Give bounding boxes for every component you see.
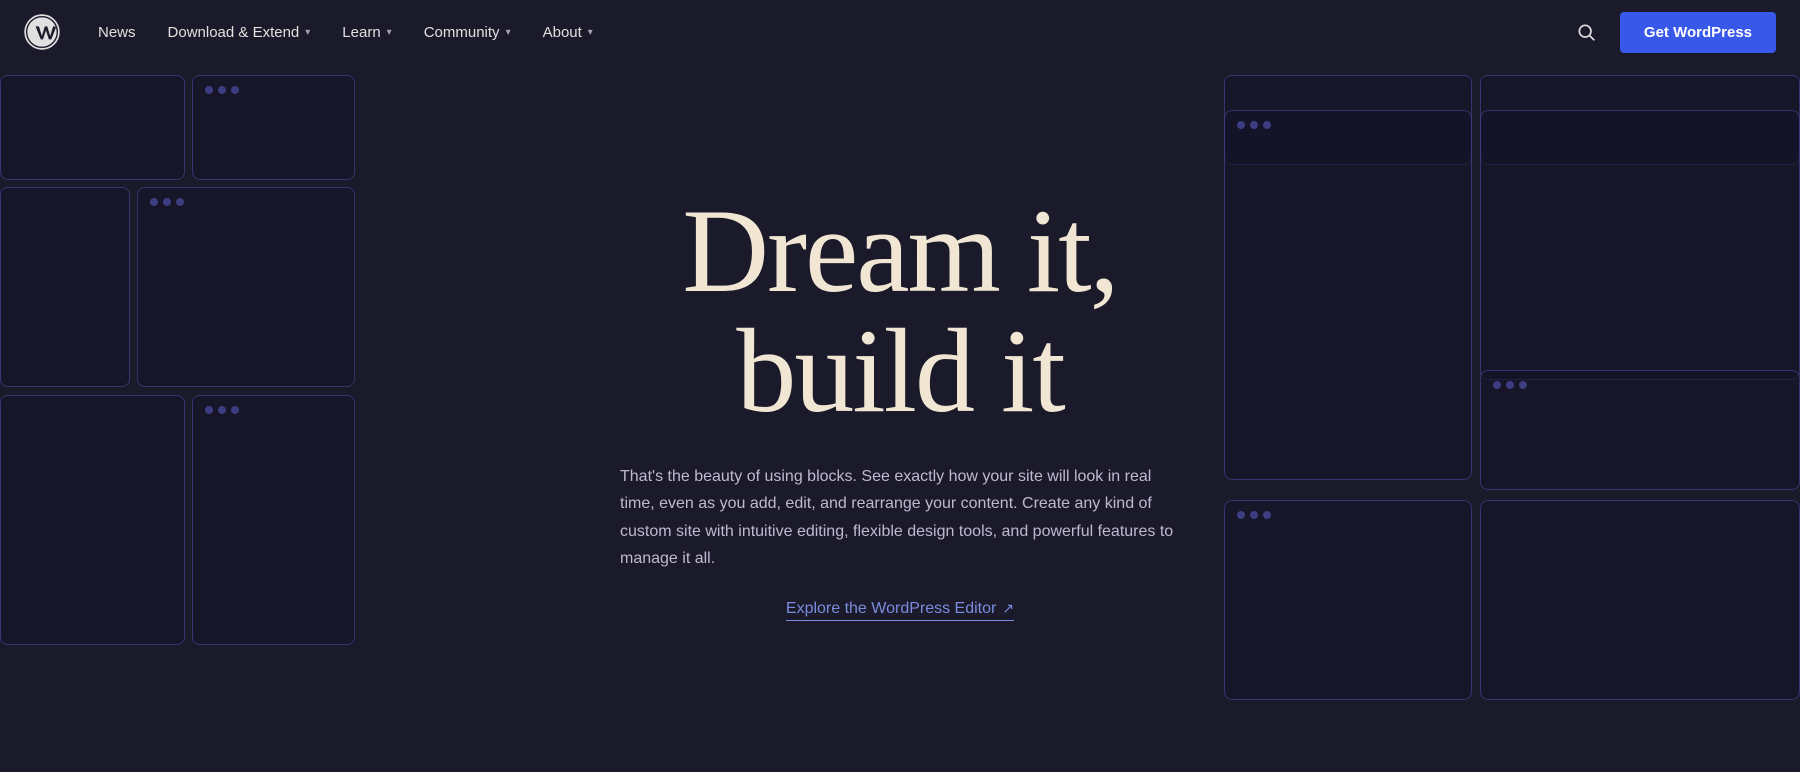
hero-content: Dream it, build it That's the beauty of … bbox=[620, 151, 1180, 621]
bg-window-card bbox=[1480, 500, 1800, 700]
nav-learn[interactable]: Learn ▾ bbox=[328, 16, 405, 49]
bg-window-card bbox=[1224, 75, 1472, 165]
hero-title: Dream it, build it bbox=[620, 191, 1180, 431]
external-link-icon: ↗ bbox=[1002, 600, 1014, 617]
window-dot bbox=[205, 406, 213, 414]
bg-window-card bbox=[1480, 110, 1800, 380]
explore-editor-link[interactable]: Explore the WordPress Editor ↗ bbox=[786, 600, 1014, 621]
main-nav: News Download & Extend ▾ Learn ▾ Communi… bbox=[0, 0, 1800, 64]
window-dot bbox=[1237, 121, 1245, 129]
nav-items: News Download & Extend ▾ Learn ▾ Communi… bbox=[84, 16, 1568, 49]
window-dot bbox=[231, 86, 239, 94]
search-button[interactable] bbox=[1568, 14, 1604, 50]
nav-about[interactable]: About ▾ bbox=[529, 16, 607, 49]
window-dot bbox=[231, 406, 239, 414]
bg-window-card bbox=[0, 395, 185, 645]
window-dot bbox=[218, 406, 226, 414]
window-dot bbox=[1506, 381, 1514, 389]
chevron-down-icon: ▾ bbox=[305, 27, 310, 38]
chevron-down-icon: ▾ bbox=[588, 27, 593, 38]
window-dot bbox=[1519, 381, 1527, 389]
window-dot bbox=[1263, 511, 1271, 519]
hero-subtitle: That's the beauty of using blocks. See e… bbox=[620, 463, 1180, 572]
window-dot bbox=[1263, 121, 1271, 129]
bg-window-card bbox=[1224, 500, 1472, 700]
hero-section: Dream it, build it That's the beauty of … bbox=[0, 0, 1800, 772]
window-dot bbox=[1250, 121, 1258, 129]
wp-logo[interactable] bbox=[24, 14, 60, 50]
window-dot bbox=[150, 198, 158, 206]
window-dot bbox=[1237, 511, 1245, 519]
bg-window-card bbox=[192, 395, 355, 645]
window-dot bbox=[205, 86, 213, 94]
window-dot bbox=[1493, 381, 1501, 389]
bg-window-card bbox=[1224, 110, 1472, 480]
bg-window-card bbox=[1480, 75, 1800, 165]
bg-window-card bbox=[1480, 370, 1800, 490]
search-icon bbox=[1576, 22, 1596, 42]
bg-window-card bbox=[192, 75, 355, 180]
get-wordpress-button[interactable]: Get WordPress bbox=[1620, 12, 1776, 53]
window-dot bbox=[1250, 511, 1258, 519]
bg-window-card bbox=[137, 187, 355, 387]
nav-download-extend[interactable]: Download & Extend ▾ bbox=[154, 16, 325, 49]
bg-window-card bbox=[0, 75, 185, 180]
nav-community[interactable]: Community ▾ bbox=[410, 16, 525, 49]
chevron-down-icon: ▾ bbox=[387, 27, 392, 38]
chevron-down-icon: ▾ bbox=[506, 27, 511, 38]
nav-right: Get WordPress bbox=[1568, 12, 1776, 53]
bg-window-card bbox=[0, 187, 130, 387]
window-dot bbox=[163, 198, 171, 206]
nav-news[interactable]: News bbox=[84, 16, 150, 49]
window-dot bbox=[218, 86, 226, 94]
window-dot bbox=[176, 198, 184, 206]
